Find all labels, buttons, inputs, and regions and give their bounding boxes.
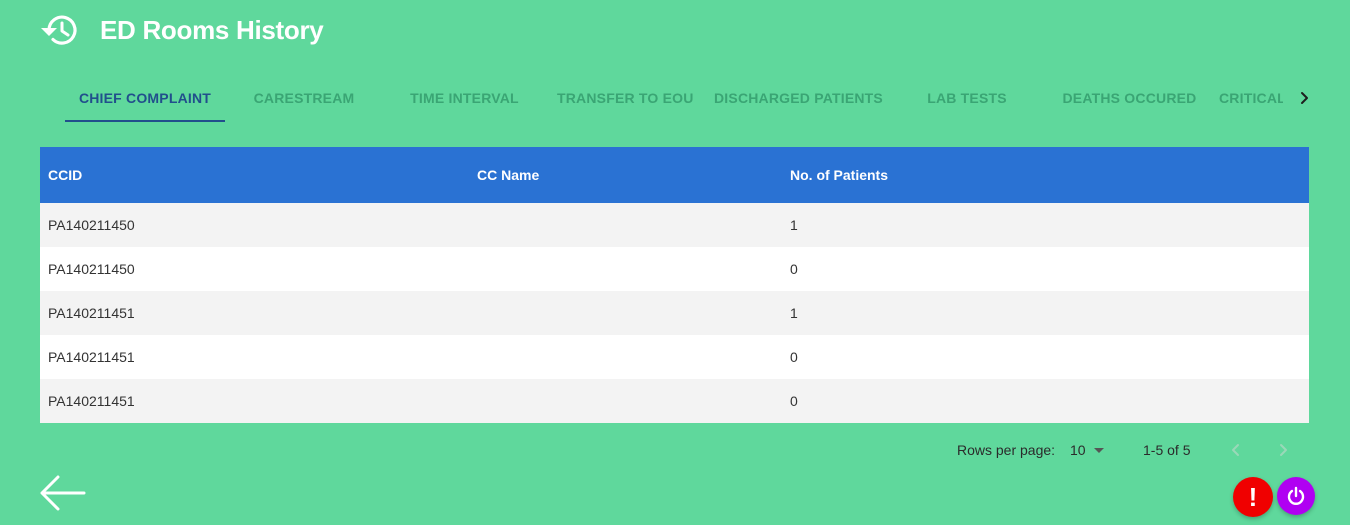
rows-per-page-label: Rows per page: (957, 442, 1056, 458)
rows-per-page-value: 10 (1070, 442, 1086, 458)
power-icon (1287, 486, 1305, 505)
rows-per-page-select[interactable]: 10 (1070, 436, 1104, 464)
tab-deaths-occured[interactable]: DEATHS OCCURED (1062, 78, 1197, 122)
alert-button[interactable]: ! (1233, 477, 1273, 517)
cell-ccid: PA140211451 (48, 349, 135, 365)
back-arrow-icon[interactable] (38, 474, 86, 512)
column-header-patients[interactable]: No. of Patients (790, 147, 888, 203)
cell-ccid: PA140211450 (48, 217, 135, 233)
column-header-cc-name[interactable]: CC Name (477, 147, 539, 203)
cell-patients: 0 (790, 393, 798, 409)
active-tab-indicator (65, 120, 225, 122)
chevron-left-icon[interactable] (1226, 440, 1246, 460)
power-button[interactable] (1277, 477, 1315, 515)
cell-ccid: PA140211451 (48, 393, 135, 409)
tab-transfer-to-eou[interactable]: TRANSFER TO EOU (557, 78, 693, 122)
history-icon (41, 15, 77, 45)
tab-lab-tests[interactable]: LAB TESTS (917, 78, 1017, 122)
table-row[interactable]: PA140211450 1 (40, 203, 1309, 247)
chevron-right-icon[interactable] (1273, 440, 1293, 460)
column-header-ccid[interactable]: CCID (48, 147, 82, 203)
table-row[interactable]: PA140211451 0 (40, 379, 1309, 423)
tab-time-interval[interactable]: TIME INTERVAL (402, 78, 527, 122)
table-row[interactable]: PA140211451 0 (40, 335, 1309, 379)
cell-patients: 1 (790, 217, 798, 233)
exclamation-icon: ! (1248, 482, 1258, 512)
tab-carestream[interactable]: CARESTREAM (244, 78, 364, 122)
table-row[interactable]: PA140211450 0 (40, 247, 1309, 291)
tab-bar: CHIEF COMPLAINT CARESTREAM TIME INTERVAL… (62, 78, 1312, 124)
tab-chief-complaint[interactable]: CHIEF COMPLAINT (65, 78, 225, 122)
tab-discharged-patients[interactable]: DISCHARGED PATIENTS (714, 78, 883, 122)
cell-patients: 0 (790, 261, 798, 277)
cell-ccid: PA140211451 (48, 305, 135, 321)
cell-ccid: PA140211450 (48, 261, 135, 277)
tab-critical[interactable]: CRITICAL (1219, 78, 1283, 122)
caret-down-icon (1093, 447, 1104, 453)
page-title: ED Rooms History (100, 14, 324, 45)
chevron-right-icon[interactable] (1296, 89, 1314, 107)
cell-patients: 1 (790, 305, 798, 321)
app-header: ED Rooms History (40, 10, 324, 50)
cell-patients: 0 (790, 349, 798, 365)
table-header: CCID CC Name No. of Patients (40, 147, 1309, 203)
pagination-range: 1-5 of 5 (1143, 442, 1191, 458)
chief-complaint-table: CCID CC Name No. of Patients PA140211450… (40, 147, 1309, 423)
table-row[interactable]: PA140211451 1 (40, 291, 1309, 335)
